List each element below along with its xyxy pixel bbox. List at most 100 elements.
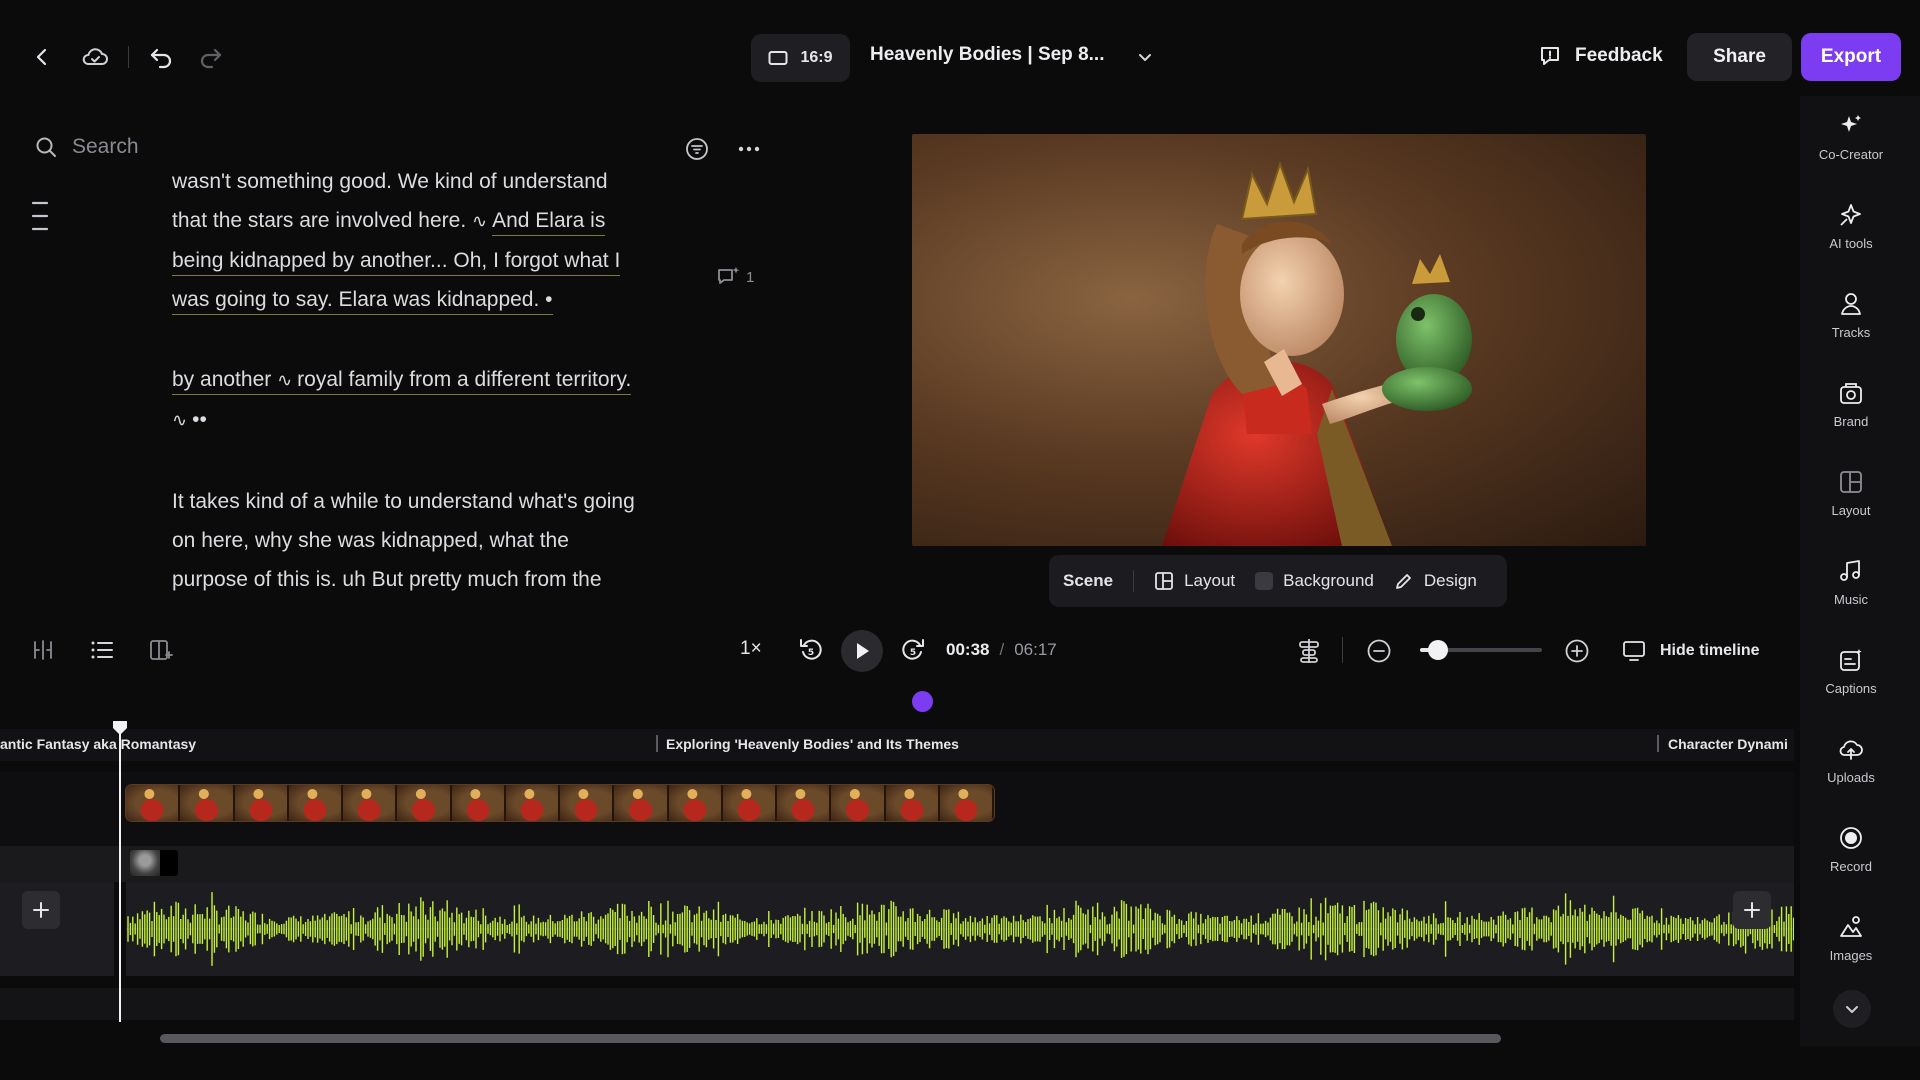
audio-wave-icon: ∿: [472, 211, 493, 231]
rail-item-layout[interactable]: Layout: [1800, 469, 1902, 518]
pause-marker[interactable]: ••: [192, 408, 207, 431]
music-icon: [1838, 558, 1864, 584]
rail-item-images[interactable]: Images: [1800, 914, 1902, 963]
undo-icon[interactable]: [148, 44, 176, 70]
share-button[interactable]: Share: [1687, 33, 1792, 81]
scene-button[interactable]: Scene: [1063, 571, 1113, 591]
clip-frame-thumbnail: [288, 785, 343, 821]
redo-icon[interactable]: [196, 44, 224, 70]
ai-tools-icon: [1838, 202, 1864, 228]
timeline-scrollbar[interactable]: [160, 1034, 1501, 1043]
rail-item-uploads[interactable]: Uploads: [1800, 736, 1902, 785]
project-title[interactable]: Heavenly Bodies | Sep 8...: [870, 44, 1104, 66]
list-view-icon[interactable]: [89, 638, 115, 662]
zoom-out-icon[interactable]: [1366, 638, 1392, 664]
add-panel-icon[interactable]: [148, 638, 174, 662]
rail-item-label: Captions: [1825, 681, 1877, 696]
script-line: ∿ ••: [172, 400, 732, 440]
search-input[interactable]: [72, 135, 472, 159]
script-line: wasn't something good. We kind of unders…: [172, 170, 608, 193]
layout-label: Layout: [1184, 571, 1236, 590]
svg-text:5: 5: [808, 648, 814, 658]
script-line: was going to say. Elara was kidnapped. •: [172, 280, 732, 319]
rail-item-label: AI tools: [1829, 236, 1873, 251]
brand-icon: [1838, 380, 1864, 406]
drag-handle[interactable]: [912, 691, 933, 712]
design-button[interactable]: Design: [1394, 571, 1477, 591]
clip-frame-thumbnail: [885, 785, 940, 821]
forward-5-icon[interactable]: 5: [900, 637, 926, 663]
highlighted-text[interactable]: And Elara is: [492, 209, 606, 236]
comment-indicator[interactable]: 1: [716, 265, 754, 289]
chapter-label[interactable]: antic Fantasy aka Romantasy: [0, 736, 196, 752]
rail-item-ai-tools[interactable]: AI tools: [1800, 202, 1902, 251]
chapter-divider: [1657, 735, 1659, 752]
rail-item-co-creator[interactable]: Co-Creator: [1800, 113, 1902, 162]
tracks-icon: [1838, 291, 1864, 317]
align-tracks-icon[interactable]: [1296, 638, 1322, 664]
search-bar: [34, 135, 472, 159]
filter-icon[interactable]: [684, 136, 710, 162]
rail-item-music[interactable]: Music: [1800, 558, 1902, 607]
layout-button[interactable]: Layout: [1154, 571, 1235, 591]
script-transcript[interactable]: wasn't something good. We kind of unders…: [172, 170, 732, 599]
playback-speed-button[interactable]: 1×: [740, 638, 762, 660]
split-icon[interactable]: [30, 638, 56, 662]
cloud-sync-icon[interactable]: [80, 44, 110, 70]
audio-track-lane[interactable]: [126, 882, 1794, 976]
add-track-left-button[interactable]: [22, 891, 60, 929]
audio-waveform: [126, 892, 1794, 966]
highlighted-text[interactable]: was going to say. Elara was kidnapped. •: [172, 288, 553, 315]
hide-timeline-label: Hide timeline: [1660, 642, 1760, 659]
playhead[interactable]: [119, 728, 121, 1022]
rail-item-captions[interactable]: Captions: [1800, 647, 1902, 696]
hide-timeline-button[interactable]: Hide timeline: [1622, 640, 1760, 662]
audio-wave-icon: ∿: [277, 370, 298, 390]
rail-more-button[interactable]: [1833, 990, 1871, 1028]
rail-item-record[interactable]: Record: [1800, 825, 1902, 874]
video-preview[interactable]: [912, 134, 1646, 546]
record-icon: [1838, 825, 1864, 851]
transport-divider: [1342, 637, 1343, 663]
zoom-slider-thumb[interactable]: [1428, 640, 1449, 660]
chapter-label[interactable]: Exploring 'Heavenly Bodies' and Its Them…: [666, 736, 959, 752]
feedback-button[interactable]: Feedback: [1538, 44, 1663, 68]
plus-icon: [1744, 902, 1760, 918]
add-track-right-button[interactable]: [1733, 891, 1771, 929]
script-line: by another ∿ royal family from a differe…: [172, 360, 732, 400]
background-swatch-icon: [1255, 572, 1274, 590]
overlay-clip-thumbnail[interactable]: [130, 850, 178, 876]
rail-item-label: Layout: [1831, 503, 1871, 518]
export-button[interactable]: Export: [1801, 33, 1901, 81]
toolbar-divider: [128, 46, 129, 68]
total-duration: 06:17: [1014, 640, 1057, 659]
svg-text:5: 5: [910, 648, 916, 658]
outline-toggle-icon[interactable]: [30, 200, 50, 232]
timecode: 00:38/06:17: [946, 640, 1057, 659]
clip-frame-thumbnail: [451, 785, 506, 821]
empty-track-lane: [0, 988, 1794, 1020]
scene-toolbar: Scene Layout Background Design: [1049, 555, 1507, 607]
highlighted-text[interactable]: being kidnapped by another... Oh, I forg…: [172, 249, 621, 276]
chapter-label[interactable]: Character Dynami: [1668, 736, 1788, 752]
aspect-ratio-label: 16:9: [800, 49, 833, 66]
rail-item-tracks[interactable]: Tracks: [1800, 291, 1902, 340]
more-options-icon[interactable]: [736, 140, 762, 158]
highlighted-text[interactable]: by another ∿ royal family from a differe…: [172, 368, 632, 395]
background-button[interactable]: Background: [1255, 571, 1374, 591]
rewind-5-icon[interactable]: 5: [798, 637, 824, 663]
captions-icon: [1838, 647, 1864, 673]
clip-frame-thumbnail: [560, 785, 615, 821]
upload-icon: [1838, 736, 1864, 762]
video-clip[interactable]: [125, 784, 995, 822]
rail-item-brand[interactable]: Brand: [1800, 380, 1902, 429]
chevron-down-icon[interactable]: [1134, 46, 1156, 68]
aspect-ratio-button[interactable]: 16:9: [751, 34, 850, 82]
script-line: being kidnapped by another... Oh, I forg…: [172, 241, 732, 280]
zoom-in-icon[interactable]: [1564, 638, 1590, 664]
back-icon[interactable]: [30, 45, 54, 69]
overlay-track-lane: [0, 846, 1794, 882]
rail-item-label: Uploads: [1827, 770, 1875, 785]
play-button[interactable]: [841, 630, 883, 672]
background-label: Background: [1283, 571, 1374, 590]
